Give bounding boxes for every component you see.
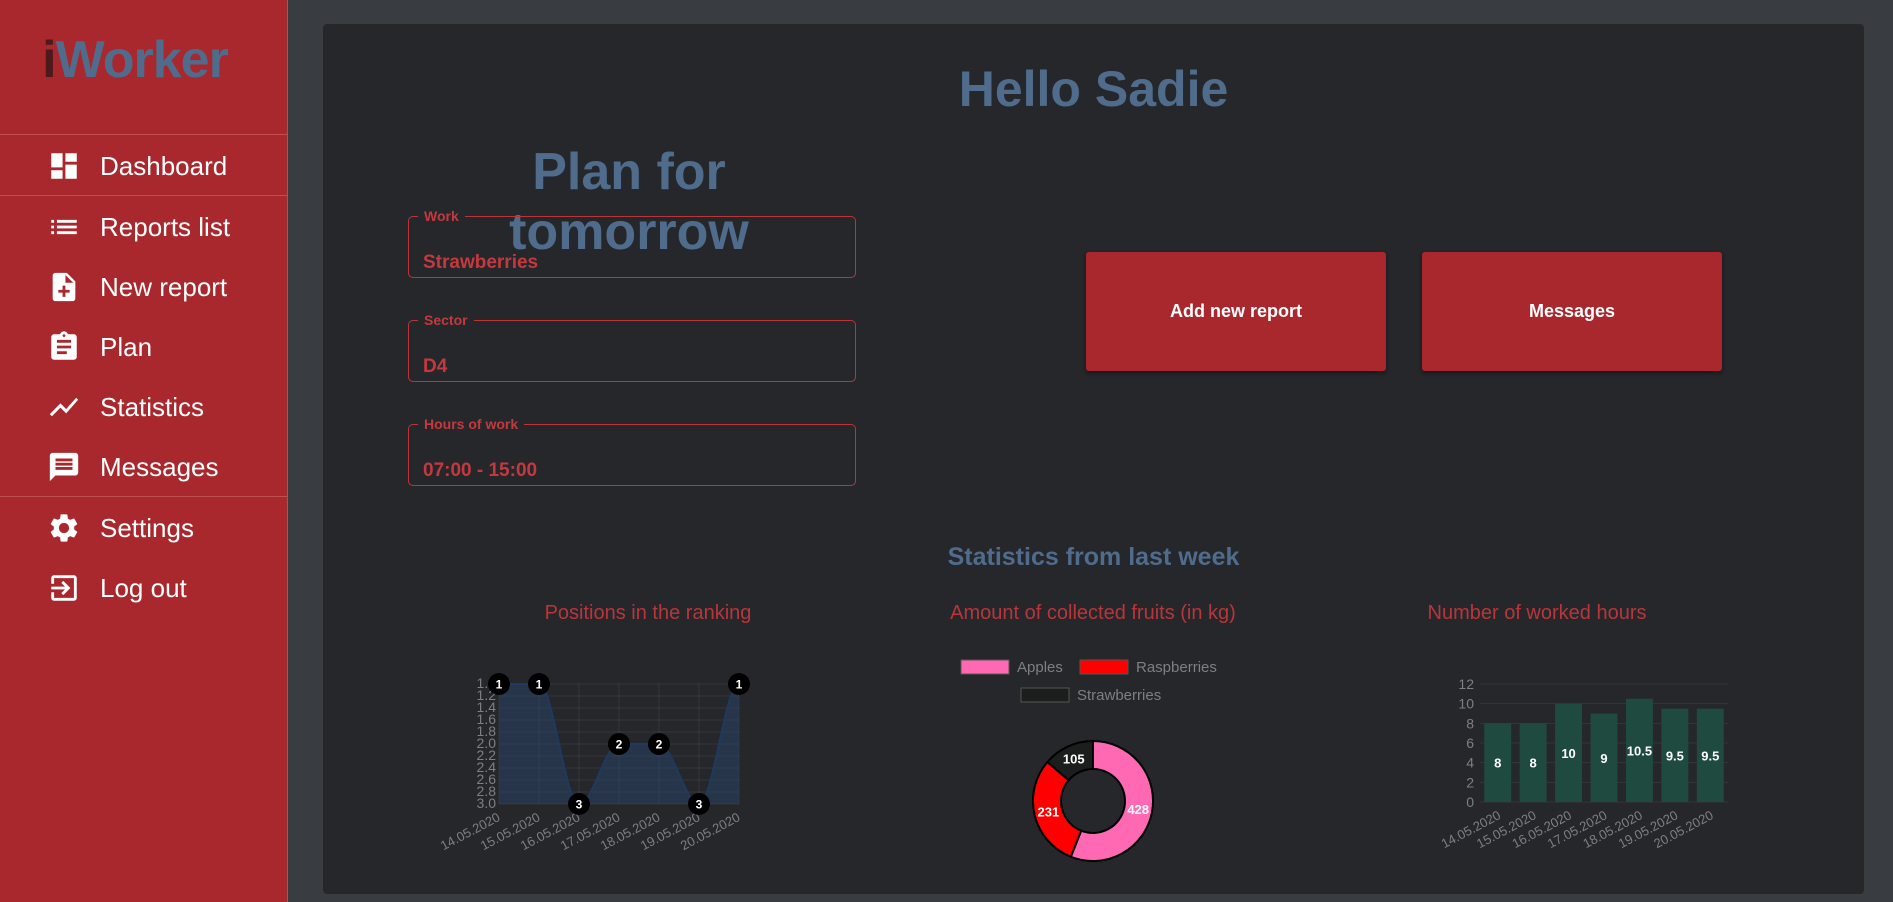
sidebar-item-label: Messages [100,451,219,482]
note-add-icon [52,272,76,302]
legend-label: Apples [1017,659,1063,676]
statistics-heading: Statistics from last week [947,543,1240,571]
message-icon [49,452,79,482]
sidebar-divider [0,134,287,135]
sidebar-item-plan[interactable]: Plan [0,322,287,372]
fruits-chart-title: Amount of collected fruits (in kg) [950,602,1236,624]
greeting-heading: Hello Sadie [958,61,1229,117]
slice-label: 231 [1037,805,1059,820]
bar-label: 8 [1530,756,1537,771]
y-tick-label: 8 [1466,715,1474,731]
work-field-value: Strawberries [423,252,539,273]
sector-field-label: Sector [424,312,468,328]
sidebar: iWorker Dashboard Reports list New repor… [0,0,288,902]
legend-label: Raspberries [1136,659,1217,676]
add-new-report-button[interactable]: Add new report [1086,252,1386,371]
sidebar-divider [0,195,287,196]
fruits-donut-chart: Apples Raspberries Strawberries 428 231 105 [960,659,1217,862]
legend-swatch [1079,659,1129,675]
ranking-line-chart: 1.01.21.41.61.82.02.22.42.62.83.014.05.2… [438,673,750,853]
sidebar-item-new-report[interactable]: New report [0,262,287,312]
work-field[interactable]: Work Strawberries [408,208,856,278]
legend-swatch [960,659,1010,675]
sidebar-item-label: Reports list [100,211,231,242]
hours-bar-chart: 024681012814.05.2020815.05.20201016.05.2… [1439,676,1728,851]
y-tick-label: 6 [1466,735,1474,751]
bar-label: 9.5 [1666,748,1684,763]
data-label: 2 [656,738,663,752]
sidebar-item-statistics[interactable]: Statistics [0,382,287,432]
bar-label: 8 [1494,756,1501,771]
sidebar-item-label: Dashboard [100,150,228,181]
hours-field-value: 07:00 - 15:00 [423,460,538,481]
app-logo: iWorker [0,30,270,90]
bar-label: 9.5 [1701,748,1719,763]
sidebar-item-log-out[interactable]: Log out [0,563,287,613]
y-tick-label: 0 [1466,794,1474,810]
slice-label: 105 [1063,752,1085,767]
hours-chart-title: Number of worked hours [1427,602,1647,624]
slice-label: 428 [1127,802,1149,817]
legend-label: Strawberries [1077,687,1161,704]
data-label: 3 [576,798,583,812]
logout-icon [51,575,77,601]
ranking-chart-title: Positions in the ranking [544,602,752,624]
sidebar-item-label: New report [100,271,228,302]
gear-icon [50,514,78,542]
list-icon [51,219,77,235]
logo-letter: i [42,31,56,89]
logo-text: Worker [55,31,229,89]
y-tick-label: 3.0 [477,795,497,811]
sidebar-divider [0,496,287,497]
data-label: 1 [536,678,543,692]
work-field-label: Work [424,208,459,224]
sidebar-item-reports-list[interactable]: Reports list [0,202,287,252]
clipboard-icon [51,331,77,360]
sector-field-value: D4 [423,356,448,377]
sidebar-item-label: Statistics [100,391,205,422]
sidebar-item-label: Settings [100,512,194,543]
y-tick-label: 2 [1466,774,1474,790]
bar-label: 10 [1561,746,1575,761]
hours-field-label: Hours of work [424,416,519,432]
data-label: 1 [496,678,503,692]
data-label: 3 [696,798,703,812]
sidebar-item-label: Log out [100,572,187,603]
dashboard-icon [51,153,77,179]
bar-label: 10.5 [1627,743,1652,758]
data-label: 2 [616,738,623,752]
messages-button[interactable]: Messages [1422,252,1722,371]
sector-field[interactable]: Sector D4 [408,312,856,382]
sidebar-item-label: Plan [100,331,153,362]
main-panel: Hello Sadie Plan for tomorrow Work Straw… [323,24,1864,894]
sidebar-item-messages[interactable]: Messages [0,442,287,492]
y-tick-label: 4 [1466,755,1474,771]
hours-field[interactable]: Hours of work 07:00 - 15:00 [408,416,856,486]
data-label: 1 [736,678,743,692]
legend-swatch [1020,687,1070,703]
y-tick-label: 12 [1458,676,1474,692]
sidebar-item-dashboard[interactable]: Dashboard [0,141,287,191]
bar-label: 9 [1600,751,1607,766]
y-tick-label: 10 [1458,696,1474,712]
trending-icon [49,397,79,417]
sidebar-item-settings[interactable]: Settings [0,503,287,553]
